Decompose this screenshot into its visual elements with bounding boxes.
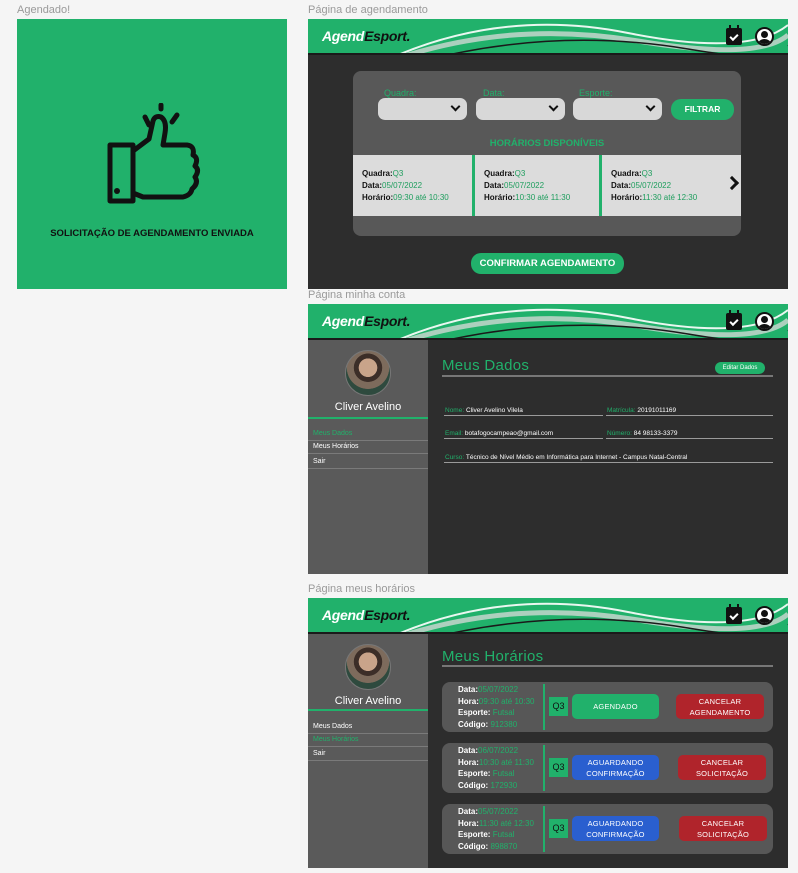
card-details: Data:06/07/2022 Hora:10:30 até 11:30 Esp… [458,746,534,790]
logo[interactable]: AgendEsport. [322,313,411,329]
header: AgendEsport. [308,304,788,340]
user-icon[interactable] [755,27,774,46]
page-title: Meus Dados [442,357,530,374]
field-rule [444,438,603,439]
chevron-right-icon[interactable] [724,175,740,191]
slot-card[interactable]: Quadra:Q3 Data:05/07/2022 Horário:10:30 … [475,155,594,216]
card-divider [543,806,545,852]
esporte-select[interactable] [573,98,662,120]
sidebar-item-meus-dados[interactable]: Meus Dados [313,723,352,730]
sidebar-item-meus-dados[interactable]: Meus Dados [313,430,352,437]
title-rule [442,375,773,377]
chevron-down-icon [645,101,656,112]
slot-card[interactable]: Quadra:Q3 Data:05/07/2022 Horário:11:30 … [602,155,721,216]
sidebar-separator [308,760,428,761]
edit-data-button[interactable]: Editar Dados [715,362,765,374]
header: AgendEsport. [308,19,788,55]
chevron-down-icon [450,101,461,112]
user-icon[interactable] [755,606,774,625]
slots-carousel: Quadra:Q3 Data:05/07/2022 Horário:09:30 … [353,155,741,216]
confirm-button[interactable]: CONFIRMAR AGENDAMENTO [471,253,624,274]
email-field: Email: botafogocampeao@gmail.com [445,430,554,437]
field-rule [606,415,773,416]
matricula-field: Matrícula: 20191011169 [607,407,677,414]
avatar [345,644,391,690]
quadra-select[interactable] [378,98,467,120]
frame-label-conta: Página minha conta [308,289,406,301]
esporte-label: Esporte: [579,88,613,98]
slot-card[interactable]: Quadra:Q3 Data:05/07/2022 Horário:09:30 … [353,155,472,216]
available-times-title: HORÁRIOS DISPONÍVEIS [489,138,605,149]
card-divider [543,684,545,730]
sidebar-divider [308,417,428,419]
sidebar-separator [308,468,428,469]
calendar-icon[interactable] [726,25,742,45]
horarios-frame: AgendEsport. Cliver Avelino Meus Dados M… [308,598,788,868]
frame-label-success: Agendado! [17,4,71,16]
numero-field: Número: 84 98133-3379 [607,430,678,437]
card-details: Data:05/07/2022 Hora:11:30 até 12:30 Esp… [458,807,534,851]
calendar-icon[interactable] [726,604,742,624]
data-select[interactable] [476,98,565,120]
field-rule [444,462,773,463]
data-label: Data: [483,88,505,98]
status-badge: AGUARDANDO CONFIRMAÇÃO [572,816,659,841]
sidebar-item-meus-horarios[interactable]: Meus Horários [313,443,359,450]
schedule-card: Data:06/07/2022 Hora:10:30 até 11:30 Esp… [442,743,773,793]
frame-label-horarios: Página meus horários [308,583,416,595]
card-details: Data:05/07/2022 Hora:09:30 até 10:30 Esp… [458,685,535,729]
frame-label-agenda: Página de agendamento [308,4,428,16]
sidebar-item-sair[interactable]: Sair [313,458,325,465]
sidebar-separator [308,453,428,454]
conta-frame: AgendEsport. Cliver Avelino Meus Dados M… [308,304,788,574]
sidebar-divider [308,709,428,711]
quadra-badge: Q3 [549,697,568,716]
user-name: Cliver Avelino [334,695,402,707]
cancel-button[interactable]: CANCELAR SOLICITAÇÃO [678,755,766,780]
sidebar-separator [308,440,428,441]
status-badge: AGENDADO [572,694,659,719]
success-frame: SOLICITAÇÃO DE AGENDAMENTO ENVIADA [17,19,287,289]
field-rule [606,438,773,439]
schedule-card: Data:05/07/2022 Hora:09:30 até 10:30 Esp… [442,682,773,732]
field-rule [444,415,603,416]
sidebar: Cliver Avelino Meus Dados Meus Horários … [308,634,428,868]
thumbs-up-icon [107,103,200,204]
sidebar: Cliver Avelino Meus Dados Meus Horários … [308,340,428,574]
schedule-card: Data:05/07/2022 Hora:11:30 até 12:30 Esp… [442,804,773,854]
sidebar-item-sair[interactable]: Sair [313,750,325,757]
calendar-icon[interactable] [726,310,742,330]
sidebar-item-meus-horarios[interactable]: Meus Horários [313,736,359,743]
curso-field: Curso: Técnico de Nível Médio em Informá… [445,454,688,461]
success-message: SOLICITAÇÃO DE AGENDAMENTO ENVIADA [50,228,254,239]
quadra-badge: Q3 [549,819,568,838]
quadra-label: Quadra: [384,88,417,98]
user-name: Cliver Avelino [334,401,402,413]
nome-field: Nome: Cliver Avelino Vilela [445,407,523,414]
status-badge: AGUARDANDO CONFIRMAÇÃO [572,755,659,780]
sidebar-separator [308,746,428,747]
cancel-button[interactable]: CANCELAR AGENDAMENTO [676,694,764,719]
agenda-frame: AgendEsport. Quadra: Data: Esporte: FILT… [308,19,788,289]
avatar [345,350,391,396]
page-title: Meus Horários [442,648,544,665]
header: AgendEsport. [308,598,788,634]
logo[interactable]: AgendEsport. [322,28,411,44]
sidebar-separator [308,733,428,734]
filter-panel: Quadra: Data: Esporte: FILTRAR HORÁRIOS … [353,71,741,236]
user-icon[interactable] [755,312,774,331]
cancel-button[interactable]: CANCELAR SOLICITAÇÃO [679,816,767,841]
title-rule [442,665,773,667]
chevron-down-icon [548,101,559,112]
logo[interactable]: AgendEsport. [322,607,411,623]
quadra-badge: Q3 [549,758,568,777]
card-divider [543,745,545,791]
filter-button[interactable]: FILTRAR [671,99,734,120]
